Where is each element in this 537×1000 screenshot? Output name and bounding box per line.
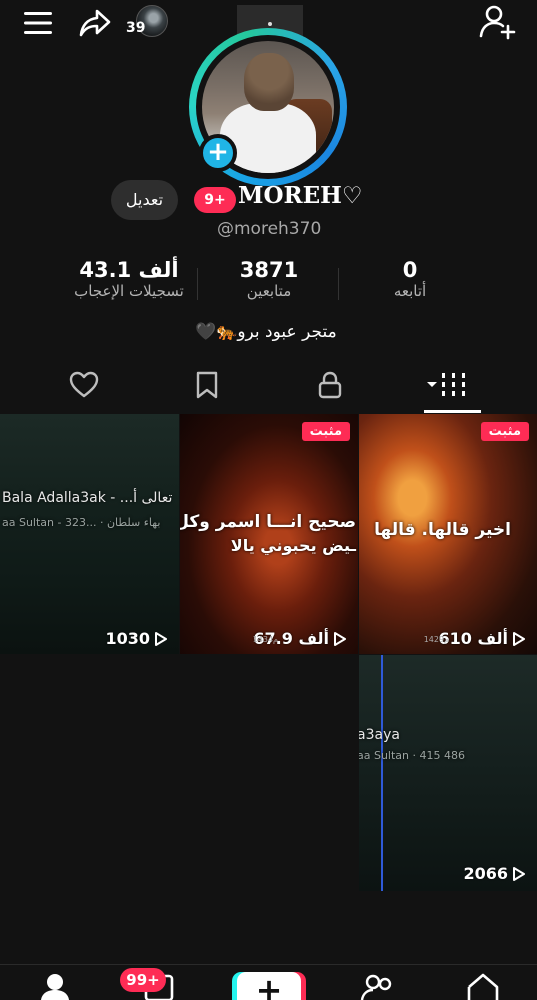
progress-line xyxy=(381,655,383,891)
profile-handle: @moreh370 xyxy=(217,219,322,239)
video-caption-line2: ـيض يحبوني يالا xyxy=(230,536,356,555)
view-count-value: 2066 xyxy=(463,864,508,883)
profile-username: MOREH♡ xyxy=(238,182,363,209)
stat-divider xyxy=(338,268,339,300)
music-title: a3aya xyxy=(359,727,400,743)
videos-grid-icon[interactable] xyxy=(427,370,471,400)
view-count-value: 1030 xyxy=(105,629,150,648)
stat-divider xyxy=(197,268,198,300)
music-artist: aa Sultan - 323... · بهاء سلطان xyxy=(2,516,161,529)
pinned-badge: مثبت xyxy=(480,422,529,441)
pinned-badge: مثبت xyxy=(301,422,350,441)
video-tile[interactable]: مثبت صحيح انـــا اسمر وكل ـيض يحبوني يال… xyxy=(180,414,358,654)
lock-icon[interactable] xyxy=(315,370,345,400)
view-count: 2066 xyxy=(463,864,525,883)
stat-followers-value: 3871 xyxy=(239,258,299,282)
view-count: 610 ألف xyxy=(438,629,525,648)
edit-profile-button[interactable]: تعديل xyxy=(111,180,178,220)
active-tab-indicator xyxy=(424,410,481,413)
inbox-badge: 99+ xyxy=(120,968,166,992)
heart-icon[interactable] xyxy=(69,370,99,400)
music-title: Bala Adalla3ak - ...تعالى أ xyxy=(2,490,173,506)
friends-icon[interactable] xyxy=(360,974,396,1000)
video-caption: اخير قالها. قالها xyxy=(374,520,511,540)
play-icon xyxy=(513,631,525,646)
home-icon[interactable] xyxy=(466,972,500,1000)
play-icon xyxy=(513,866,525,881)
avatar-photo-head xyxy=(244,53,294,111)
video-tile[interactable]: a3aya aa Sultan · 415 486 2066 xyxy=(359,655,537,891)
music-artist: aa Sultan · 415 486 xyxy=(359,749,465,762)
add-story-button[interactable]: + xyxy=(199,134,237,172)
stat-following-value: 0 xyxy=(402,258,418,282)
bookmark-icon[interactable] xyxy=(192,370,222,400)
video-tile[interactable]: مثبت اخير قالها. قالها 610 ألف 1429م xyxy=(359,414,537,654)
stat-followers-label: متابعين xyxy=(246,282,292,300)
stat-followers[interactable]: 3871 متابعين xyxy=(218,258,320,300)
stat-following-label: أتابعه xyxy=(393,282,427,300)
share-icon[interactable] xyxy=(78,6,112,40)
stat-likes[interactable]: 43.1 ألف تسجيلات الإعجاب xyxy=(63,258,195,300)
notification-count: 39 xyxy=(126,20,146,36)
stat-likes-label: تسجيلات الإعجاب xyxy=(74,282,184,300)
hamburger-icon[interactable] xyxy=(24,12,52,34)
camera-dot xyxy=(268,22,272,26)
video-caption-line1: صحيح انـــا اسمر وكل xyxy=(180,512,356,532)
view-count-small: 1434م xyxy=(252,635,278,644)
profile-bio: متجر عبود برو🐅🖤 xyxy=(195,322,337,342)
view-count: 1030 xyxy=(105,629,167,648)
play-icon xyxy=(334,631,346,646)
view-count-small: 1429م xyxy=(423,635,449,644)
add-user-icon[interactable] xyxy=(478,4,516,40)
stat-following[interactable]: 0 أتابعه xyxy=(365,258,455,300)
name-badge: 9+ xyxy=(194,187,236,213)
video-tile[interactable]: Bala Adalla3ak - ...تعالى أ aa Sultan - … xyxy=(0,414,179,654)
profile-nav-icon[interactable] xyxy=(38,972,72,1000)
stat-likes-value: 43.1 ألف xyxy=(79,258,179,282)
play-icon xyxy=(155,631,167,646)
create-button[interactable]: + xyxy=(237,972,301,1000)
